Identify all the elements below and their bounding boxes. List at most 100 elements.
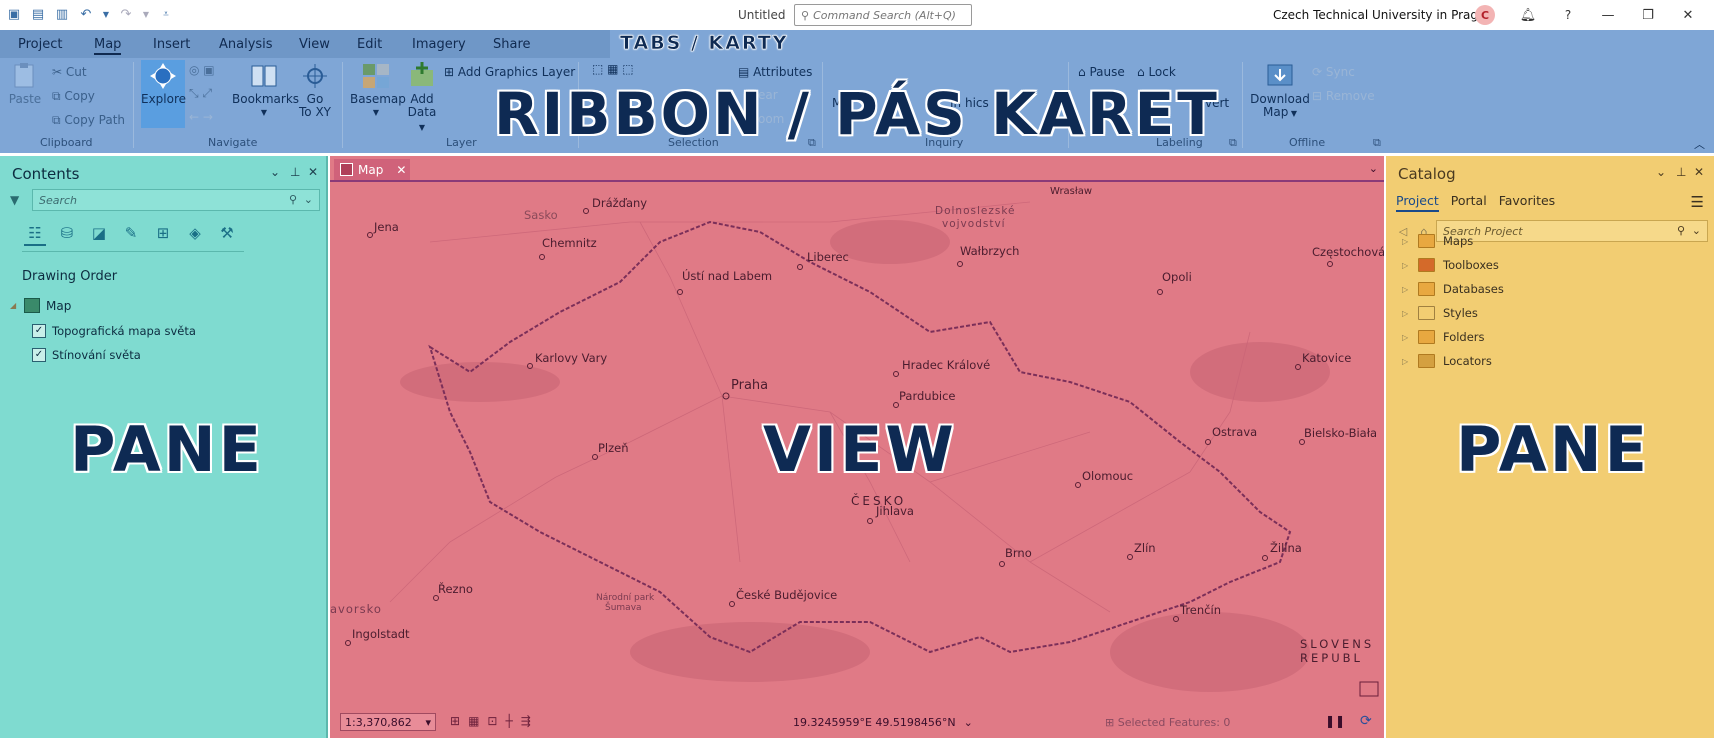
- redo-dropdown-icon[interactable]: ▼: [142, 6, 150, 22]
- save-icon[interactable]: ▥: [54, 6, 70, 22]
- notifications-bell-icon[interactable]: 🔔︎: [1508, 5, 1548, 25]
- pin-icon[interactable]: ⊥: [290, 165, 300, 179]
- copy-button[interactable]: ⧉ Copy: [52, 89, 95, 104]
- grid-icon[interactable]: ▦: [468, 714, 479, 728]
- remove-button[interactable]: ⊟ Remove: [1312, 89, 1375, 103]
- redo-icon[interactable]: ↷: [118, 6, 134, 22]
- pause-labeling-button[interactable]: ⌂ Pause: [1078, 65, 1125, 79]
- filter-icon[interactable]: ▼: [10, 193, 19, 207]
- previous-next-extent-icon[interactable]: ← →: [189, 110, 213, 124]
- catalog-item-maps[interactable]: ▷ Maps: [1402, 234, 1473, 248]
- select-by-icons[interactable]: ⬚ ▦ ⬚: [592, 62, 634, 76]
- dialog-launcher-icon[interactable]: ⧉: [1373, 136, 1381, 150]
- layer-item[interactable]: ✓ Topografická mapa světa: [32, 324, 196, 338]
- list-by-perspective-icon[interactable]: ⚒: [216, 222, 238, 244]
- basemap-button[interactable]: Basemap ▼: [350, 62, 406, 119]
- tab-edit[interactable]: Edit: [357, 37, 382, 52]
- refresh-icon[interactable]: ⟳: [1360, 713, 1372, 729]
- bookmarks-button[interactable]: Bookmarks ▼: [232, 62, 299, 119]
- list-by-labeling-icon[interactable]: ◈: [184, 222, 206, 244]
- expand-triangle-icon[interactable]: ▷: [1402, 357, 1410, 366]
- pane-options-icon[interactable]: ⌄: [1656, 165, 1666, 179]
- fixed-zoom-icon[interactable]: ⤡ ⤢: [189, 86, 212, 101]
- pin-icon[interactable]: ⊥: [1676, 165, 1686, 179]
- tab-analysis[interactable]: Analysis: [219, 37, 273, 52]
- new-project-icon[interactable]: ▣: [6, 6, 22, 22]
- open-project-icon[interactable]: ▤: [30, 6, 46, 22]
- scale-selector[interactable]: 1:3,370,862 ▾: [340, 713, 436, 731]
- tab-imagery[interactable]: Imagery: [412, 37, 466, 52]
- command-search-input[interactable]: ⚲ Command Search (Alt+Q): [794, 4, 972, 26]
- pause-drawing-icon[interactable]: ❚❚: [1325, 714, 1345, 728]
- list-by-selection-icon[interactable]: ◪: [88, 222, 110, 244]
- undo-icon[interactable]: ↶: [78, 6, 94, 22]
- pane-options-icon[interactable]: ⌄: [270, 165, 280, 179]
- expand-triangle-icon[interactable]: ▷: [1402, 333, 1410, 342]
- tab-view[interactable]: View: [299, 37, 330, 52]
- expand-triangle-icon[interactable]: ▷: [1402, 261, 1410, 270]
- add-graphics-layer-button[interactable]: ⊞ Add Graphics Layer: [444, 65, 575, 79]
- close-icon[interactable]: ✕: [396, 163, 406, 177]
- tab-insert[interactable]: Insert: [153, 37, 190, 52]
- cut-button[interactable]: ✂︎ Cut: [52, 65, 87, 79]
- paste-button[interactable]: Paste: [8, 62, 42, 106]
- copy-path-button[interactable]: ⧉ Copy Path: [52, 113, 125, 128]
- tab-portal[interactable]: Portal: [1451, 193, 1487, 212]
- catalog-item-folders[interactable]: ▷ Folders: [1402, 330, 1485, 344]
- undo-dropdown-icon[interactable]: ▼: [102, 6, 110, 22]
- catalog-item-locators[interactable]: ▷ Locators: [1402, 354, 1492, 368]
- download-map-button[interactable]: Download Map ▼: [1250, 62, 1310, 120]
- chevron-down-icon[interactable]: ⌄: [1369, 162, 1378, 175]
- list-by-editing-icon[interactable]: ✎: [120, 222, 142, 244]
- map-view-tab[interactable]: Map ✕: [334, 159, 410, 180]
- catalog-item-databases[interactable]: ▷ Databases: [1402, 282, 1504, 296]
- close-icon[interactable]: ✕: [1668, 5, 1708, 25]
- chevron-down-icon[interactable]: ⌄: [304, 193, 313, 206]
- selected-features-count[interactable]: ⊞ Selected Features: 0: [1105, 716, 1230, 729]
- add-data-button[interactable]: Add Data ▼: [404, 62, 440, 134]
- close-pane-icon[interactable]: ✕: [308, 165, 318, 179]
- lock-labeling-button[interactable]: ⌂ Lock: [1137, 65, 1176, 79]
- organization-name[interactable]: Czech Technical University in Prague: [1273, 8, 1493, 22]
- expand-triangle-icon[interactable]: ▷: [1402, 285, 1410, 294]
- collapse-ribbon-icon[interactable]: ︿: [1694, 136, 1705, 152]
- refresh-view-icon[interactable]: ⇶: [521, 714, 531, 728]
- avatar[interactable]: C: [1475, 5, 1495, 25]
- customize-toolbar-icon[interactable]: ⩡: [158, 6, 174, 22]
- snapping-icon[interactable]: ⊞: [450, 714, 460, 728]
- chevron-down-icon[interactable]: ⌄: [1692, 224, 1701, 237]
- tab-project[interactable]: Project: [1396, 193, 1439, 212]
- contents-search-input[interactable]: Search ⚲ ⌄: [32, 189, 320, 211]
- dialog-launcher-icon[interactable]: ⧉: [1229, 136, 1237, 150]
- catalog-search-input[interactable]: Search Project ⚲ ⌄: [1436, 220, 1708, 242]
- tab-share[interactable]: Share: [493, 37, 531, 52]
- crosshair-icon[interactable]: ┼: [505, 714, 512, 728]
- list-by-snapping-icon[interactable]: ⊞: [152, 222, 174, 244]
- tab-project[interactable]: Project: [18, 37, 62, 52]
- explore-button[interactable]: Explore: [141, 62, 186, 106]
- layer-item[interactable]: ✓ Stínování světa: [32, 348, 141, 362]
- full-extent-icon[interactable]: ◎ ▣: [189, 63, 215, 77]
- expand-triangle-icon[interactable]: ▷: [1402, 237, 1410, 246]
- cursor-coordinates[interactable]: 19.3245959°E 49.5198456°N ⌄: [793, 716, 973, 729]
- tab-map[interactable]: Map: [94, 37, 122, 55]
- sync-button[interactable]: ⟳ Sync: [1312, 65, 1355, 79]
- list-by-drawing-order-icon[interactable]: ☷: [24, 222, 46, 246]
- close-pane-icon[interactable]: ✕: [1694, 165, 1704, 179]
- expand-triangle-icon[interactable]: ▷: [1402, 309, 1410, 318]
- list-by-source-icon[interactable]: ⛁: [56, 222, 78, 244]
- tree-map-node[interactable]: ◢ Map: [10, 298, 71, 313]
- constraints-icon[interactable]: ⊡: [487, 714, 497, 728]
- expand-triangle-icon[interactable]: ◢: [10, 301, 18, 310]
- catalog-item-styles[interactable]: ▷ Styles: [1402, 306, 1478, 320]
- tab-favorites[interactable]: Favorites: [1499, 193, 1555, 212]
- minimize-icon[interactable]: —: [1588, 5, 1628, 25]
- layer-visibility-checkbox[interactable]: ✓: [32, 324, 46, 338]
- attributes-button[interactable]: ▤ Attributes: [738, 65, 812, 79]
- restore-icon[interactable]: ❐: [1628, 5, 1668, 25]
- catalog-item-toolboxes[interactable]: ▷ Toolboxes: [1402, 258, 1499, 272]
- menu-icon[interactable]: ☰: [1691, 193, 1704, 211]
- layer-visibility-checkbox[interactable]: ✓: [32, 348, 46, 362]
- go-to-xy-button[interactable]: Go To XY: [298, 62, 332, 119]
- help-button[interactable]: ?: [1548, 5, 1588, 25]
